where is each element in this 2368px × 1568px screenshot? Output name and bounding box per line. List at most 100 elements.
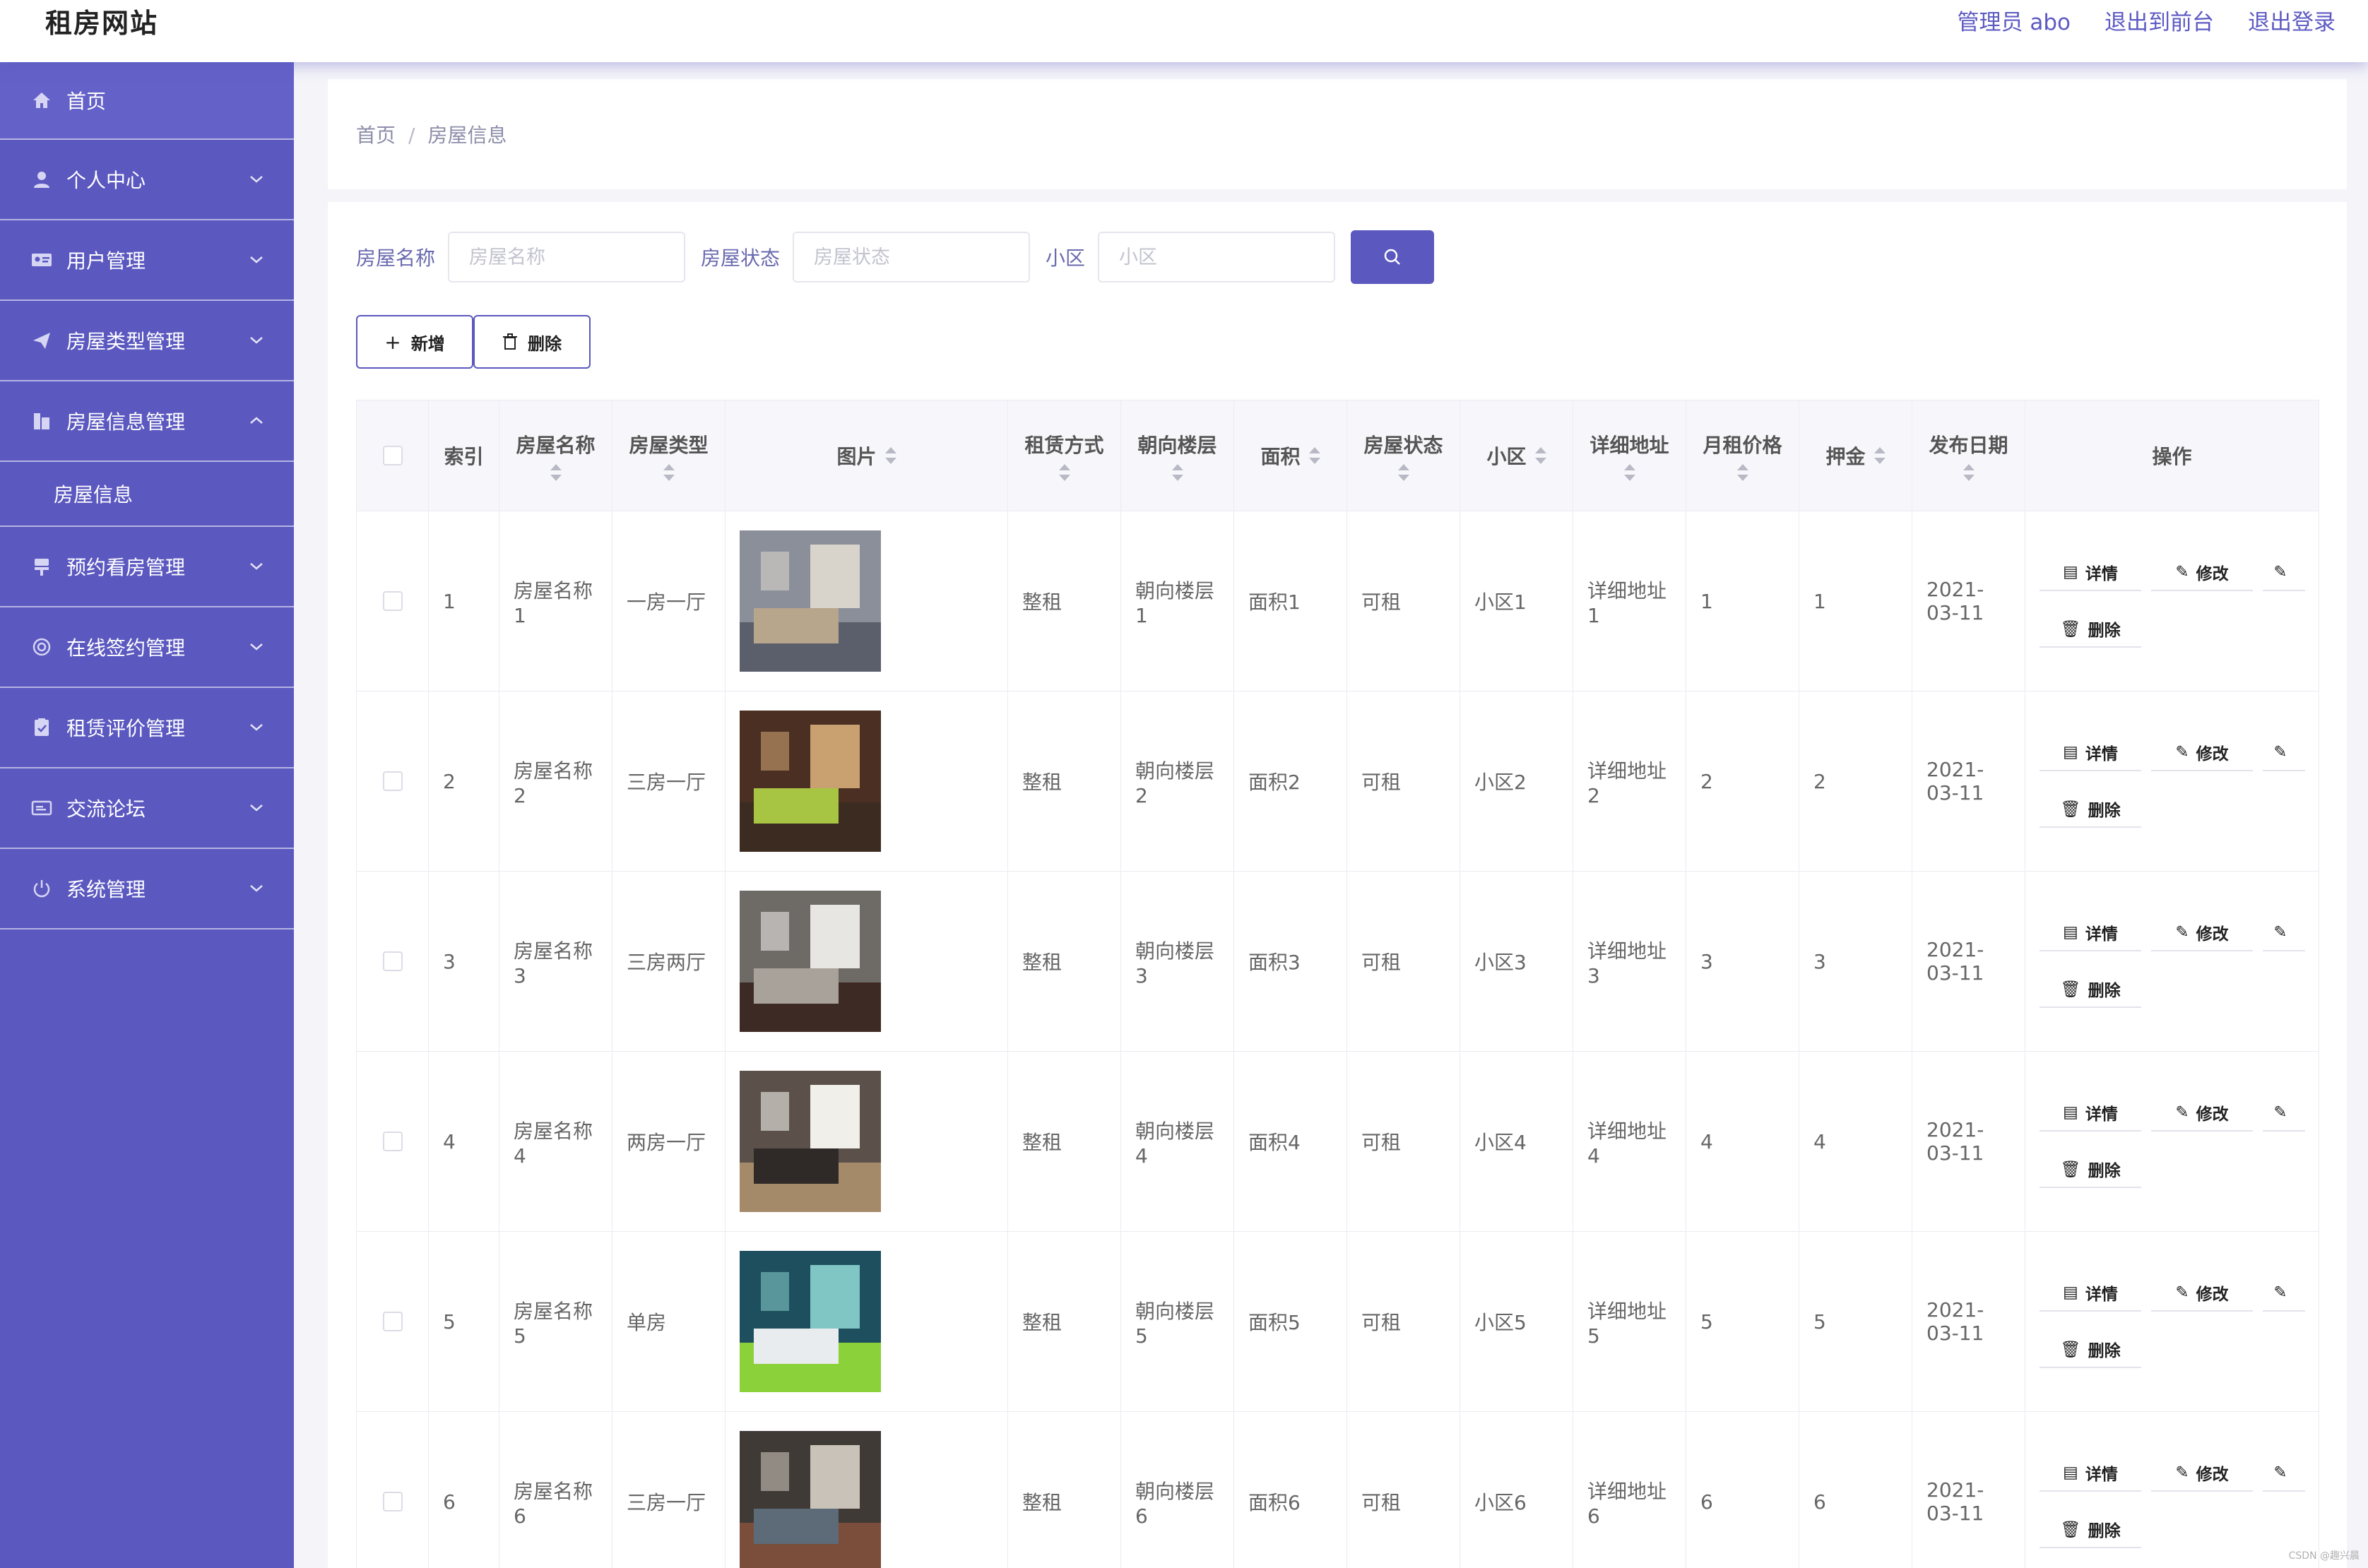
cell-price: 6 — [1686, 1411, 1799, 1568]
edit-button[interactable]: ✎ 修改 — [2151, 735, 2253, 771]
house-photo[interactable] — [740, 1251, 881, 1392]
cell-date: 2021-03-11 — [1912, 1231, 2025, 1412]
column-header-label: 发布日期 — [1929, 434, 2008, 457]
sidebar-item-home[interactable]: 首页 — [0, 62, 294, 140]
column-header-index: 索引 — [428, 400, 499, 511]
sort-icon[interactable] — [884, 447, 896, 464]
sort-icon[interactable] — [550, 464, 562, 481]
detail-button[interactable]: ▤ 详情 — [2040, 915, 2141, 951]
column-header-area[interactable]: 面积 — [1233, 400, 1347, 511]
sort-icon[interactable] — [663, 464, 675, 481]
breadcrumb: 首页 / 房屋信息 — [356, 120, 507, 148]
sidebar-subitem-house-info[interactable]: 房屋信息 — [0, 462, 294, 527]
detail-button[interactable]: ▤ 详情 — [2040, 1455, 2141, 1492]
pencil-icon: ✎ — [2273, 563, 2287, 581]
sort-icon[interactable] — [1171, 464, 1183, 481]
cell-area: 面积1 — [1233, 511, 1347, 691]
add-button[interactable]: + 新增 — [356, 315, 473, 369]
column-header-price[interactable]: 月租价格 — [1686, 400, 1799, 511]
cell-index: 3 — [428, 871, 499, 1052]
cell-address: 详细地址5 — [1573, 1231, 1686, 1412]
detail-button[interactable]: ▤ 详情 — [2040, 735, 2141, 771]
house-photo[interactable] — [740, 711, 881, 852]
extra-edit-button[interactable]: ✎ — [2263, 1095, 2305, 1132]
sidebar-item-house-type-management[interactable]: 房屋类型管理 — [0, 301, 294, 381]
house-status-input[interactable] — [793, 232, 1031, 283]
row-delete-button[interactable]: 🗑 删除 — [2040, 611, 2141, 648]
detail-button[interactable]: ▤ 详情 — [2040, 1095, 2141, 1132]
sidebar-item-personal-center[interactable]: 个人中心 — [0, 140, 294, 220]
row-delete-button[interactable]: 🗑 删除 — [2040, 791, 2141, 828]
column-header-status[interactable]: 房屋状态 — [1346, 400, 1460, 511]
detail-label: 详情 — [2085, 745, 2118, 764]
breadcrumb-home-link[interactable]: 首页 — [356, 124, 396, 147]
sort-icon[interactable] — [1963, 464, 1975, 481]
cell-area: 面积2 — [1233, 691, 1347, 872]
edit-button[interactable]: ✎ 修改 — [2151, 1095, 2253, 1132]
sort-icon[interactable] — [1873, 447, 1885, 464]
sidebar-item-viewing-appointment-management[interactable]: 预约看房管理 — [0, 527, 294, 607]
cell-community: 小区4 — [1460, 1051, 1573, 1232]
column-header-date[interactable]: 发布日期 — [1912, 400, 2025, 511]
column-header-image[interactable]: 图片 — [725, 400, 1008, 511]
row-checkbox[interactable] — [382, 591, 403, 611]
house-photo[interactable] — [740, 1431, 881, 1568]
column-header-community[interactable]: 小区 — [1460, 400, 1573, 511]
edit-button[interactable]: ✎ 修改 — [2151, 915, 2253, 951]
clipboard-icon — [30, 715, 54, 740]
search-button[interactable] — [1351, 230, 1435, 284]
column-header-deposit[interactable]: 押金 — [1799, 400, 1912, 511]
column-header-name[interactable]: 房屋名称 — [499, 400, 612, 511]
select-all-checkbox[interactable] — [382, 446, 403, 465]
sort-icon[interactable] — [1397, 464, 1409, 481]
admin-user-link[interactable]: 管理员 abo — [1958, 4, 2071, 36]
column-header-type[interactable]: 房屋类型 — [612, 400, 726, 511]
row-delete-button[interactable]: 🗑 删除 — [2040, 971, 2141, 1008]
edit-button[interactable]: ✎ 修改 — [2151, 1455, 2253, 1492]
sort-icon[interactable] — [1736, 464, 1748, 481]
row-checkbox[interactable] — [382, 1492, 403, 1511]
sort-icon[interactable] — [1623, 464, 1635, 481]
sidebar-item-rental-review-management[interactable]: 租赁评价管理 — [0, 688, 294, 768]
row-delete-button[interactable]: 🗑 删除 — [2040, 1511, 2141, 1548]
row-delete-button[interactable]: 🗑 删除 — [2040, 1331, 2141, 1368]
sort-icon[interactable] — [1058, 464, 1070, 481]
exit-to-frontend-link[interactable]: 退出到前台 — [2104, 4, 2214, 36]
row-checkbox[interactable] — [382, 1132, 403, 1151]
house-photo[interactable] — [740, 1071, 881, 1212]
detail-button[interactable]: ▤ 详情 — [2040, 1275, 2141, 1312]
house-name-input[interactable] — [448, 232, 686, 283]
logout-link[interactable]: 退出登录 — [2248, 4, 2336, 36]
row-delete-button[interactable]: 🗑 删除 — [2040, 1151, 2141, 1188]
edit-button[interactable]: ✎ 修改 — [2151, 1275, 2253, 1312]
community-input[interactable] — [1098, 232, 1336, 283]
extra-edit-button[interactable]: ✎ — [2263, 554, 2305, 591]
house-photo[interactable] — [740, 530, 881, 672]
extra-edit-button[interactable]: ✎ — [2263, 1455, 2305, 1492]
search-bar: 房屋名称 房屋状态 小区 — [356, 230, 1435, 284]
extra-edit-button[interactable]: ✎ — [2263, 915, 2305, 951]
house-photo[interactable] — [740, 891, 881, 1032]
extra-edit-button[interactable]: ✎ — [2263, 735, 2305, 771]
detail-button[interactable]: ▤ 详情 — [2040, 554, 2141, 591]
sidebar-item-user-management[interactable]: 用户管理 — [0, 220, 294, 301]
sidebar-item-online-signing-management[interactable]: 在线签约管理 — [0, 607, 294, 688]
row-checkbox[interactable] — [382, 771, 403, 791]
row-select-cell — [356, 1411, 429, 1568]
batch-delete-button[interactable]: 删除 — [473, 315, 591, 369]
sidebar-item-forum[interactable]: 交流论坛 — [0, 768, 294, 849]
extra-edit-button[interactable]: ✎ — [2263, 1275, 2305, 1312]
sort-icon[interactable] — [1308, 447, 1320, 464]
sidebar-item-system-management[interactable]: 系统管理 — [0, 849, 294, 929]
edit-button[interactable]: ✎ 修改 — [2151, 554, 2253, 591]
table-row: 2 房屋名称2 三房一厅 整租 朝向楼层2 面积2 可租 小区2 详细地址2 2 2 2021-03-… — [356, 691, 2319, 872]
column-header-address[interactable]: 详细地址 — [1573, 400, 1686, 511]
sidebar-item-house-info-management[interactable]: 房屋信息管理 — [0, 381, 294, 462]
cell-rent-mode: 整租 — [1007, 871, 1121, 1052]
sort-icon[interactable] — [1534, 447, 1546, 464]
column-header-rent-mode[interactable]: 租赁方式 — [1007, 400, 1121, 511]
pencil-icon: ✎ — [2175, 743, 2189, 761]
row-checkbox[interactable] — [382, 1312, 403, 1331]
row-checkbox[interactable] — [382, 951, 403, 971]
column-header-floor[interactable]: 朝向楼层 — [1120, 400, 1234, 511]
